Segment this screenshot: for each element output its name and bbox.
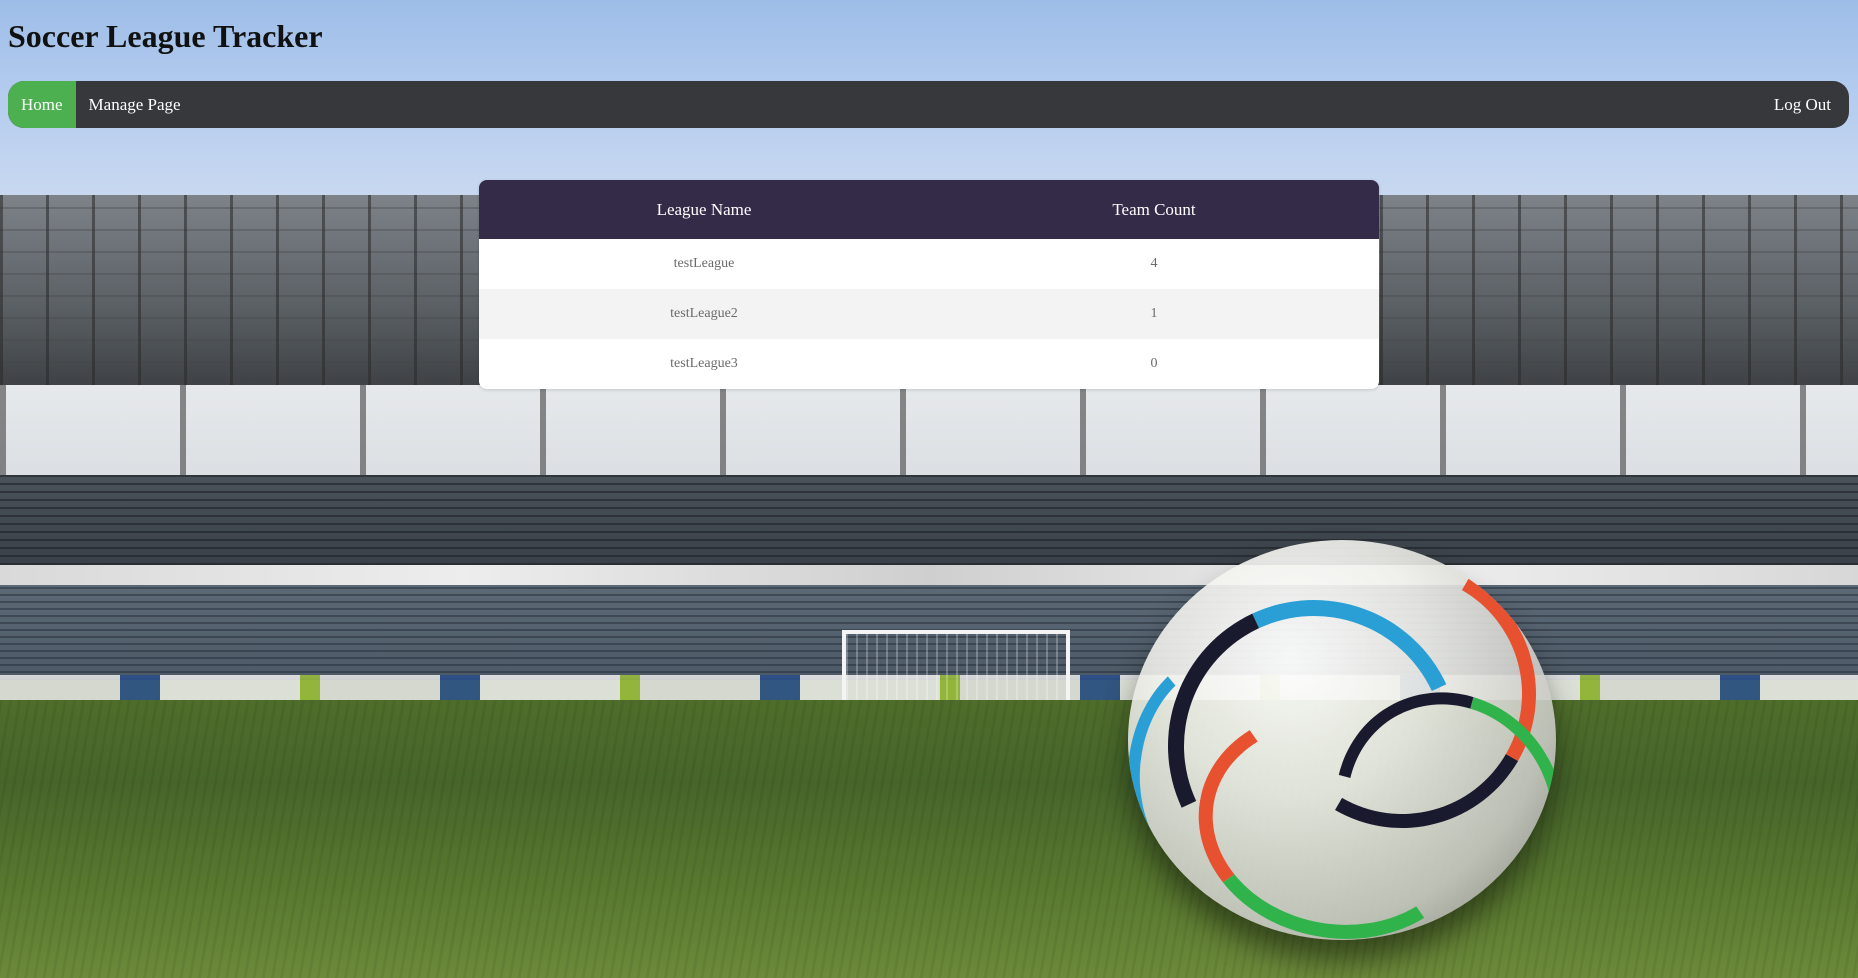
team-count-cell: 1 (1150, 306, 1158, 321)
leagues-table: League Name Team Count testLeague 4 test… (479, 180, 1379, 389)
table-row: testLeague3 0 (479, 339, 1379, 389)
table-row: testLeague2 1 (479, 289, 1379, 339)
soccer-ball-icon (1128, 540, 1556, 940)
table-header-row: League Name Team Count (479, 180, 1379, 239)
page-title: Soccer League Tracker (8, 18, 323, 54)
league-name-cell: testLeague2 (670, 306, 738, 321)
table-row: testLeague 4 (479, 239, 1379, 289)
nav-manage-page-link[interactable]: Manage Page (76, 81, 194, 128)
logout-link[interactable]: Log Out (1761, 81, 1849, 128)
column-header-league-name: League Name (656, 199, 752, 219)
team-count-cell: 4 (1150, 256, 1158, 271)
stadium-upper-stands (0, 475, 1858, 565)
nav-bar: Home Manage Page Log Out (8, 81, 1849, 128)
column-header-team-count: Team Count (1112, 199, 1196, 219)
grass-pitch (0, 700, 1858, 978)
background-stadium-image (0, 0, 1858, 978)
team-count-cell: 0 (1150, 356, 1158, 371)
goal-net (842, 630, 1070, 702)
stadium-ad-band (0, 565, 1858, 585)
nav-home-link[interactable]: Home (8, 81, 76, 128)
league-name-cell: testLeague3 (670, 356, 738, 371)
league-name-cell: testLeague (673, 256, 735, 271)
